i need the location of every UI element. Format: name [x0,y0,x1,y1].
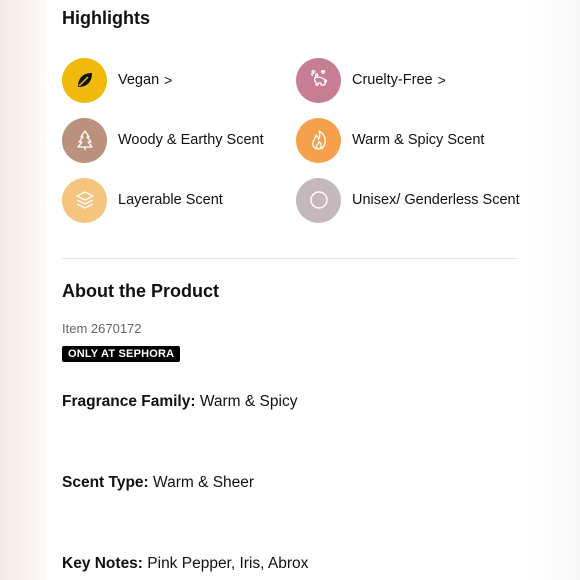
spec-label: Key Notes: [62,555,143,572]
highlight-unisex: Unisex/ Genderless Scent [296,177,520,223]
highlight-woody-earthy-label: Woody & Earthy Scent [118,132,264,148]
spec-label: Scent Type: [62,474,149,491]
tree-icon [62,117,107,163]
flame-icon [296,117,341,163]
spec-fragrance-family: Fragrance Family: Warm & Spicy [62,393,297,411]
spec-key-notes: Key Notes: Pink Pepper, Iris, Abrox [62,555,308,573]
page-left-background [0,0,46,580]
item-number: Item 2670172 [62,321,142,336]
highlight-cruelty-free-label: Cruelty-Free [352,72,433,88]
bunny-icon [296,57,341,103]
spec-value: Pink Pepper, Iris, Abrox [147,555,309,572]
spec-value: Warm & Sheer [153,474,255,491]
highlight-warm-spicy: Warm & Spicy Scent [296,117,484,163]
chevron-right-icon: > [164,72,173,88]
highlight-woody-earthy: Woody & Earthy Scent [62,117,264,163]
leaf-icon [62,57,107,103]
spec-scent-type: Scent Type: Warm & Sheer [62,474,254,492]
about-title: About the Product [62,281,219,301]
highlight-layerable: Layerable Scent [62,177,223,223]
highlight-vegan[interactable]: Vegan > [62,57,172,103]
highlight-layerable-label: Layerable Scent [118,192,223,208]
highlights-title: Highlights [62,8,150,28]
highlight-unisex-label: Unisex/ Genderless Scent [352,192,520,208]
exclusive-badge: ONLY AT SEPHORA [62,346,181,362]
chevron-right-icon: > [437,72,446,88]
section-divider [62,258,518,259]
highlight-vegan-label: Vegan [118,72,160,88]
page-right-background [530,0,580,580]
spec-value: Warm & Spicy [199,393,298,410]
highlight-warm-spicy-label: Warm & Spicy Scent [352,132,485,148]
highlight-cruelty-free[interactable]: Cruelty-Free > [296,57,446,103]
layers-icon [62,177,107,223]
product-details-panel: Highlights Vegan > Cruelty-Free > Woody … [62,0,522,580]
circle-icon [296,177,341,223]
spec-label: Fragrance Family: [62,393,196,410]
